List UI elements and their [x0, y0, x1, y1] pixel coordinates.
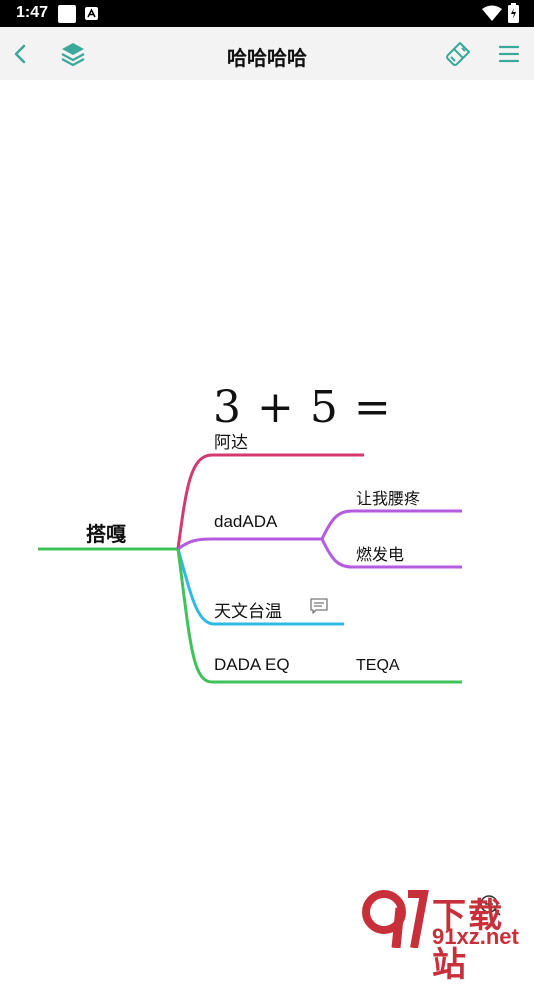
leaf-node-2b[interactable]: 燃发电 — [356, 541, 404, 565]
branch-node-2[interactable]: dadADA — [214, 512, 277, 532]
watermark-url: 91xz.net — [432, 924, 519, 949]
formula-node[interactable]: 3 + 5 = — [213, 382, 392, 433]
branch-connector-2 — [177, 537, 322, 551]
watermark-logo-icon — [362, 890, 429, 948]
branch-node-1[interactable]: 阿达 — [214, 428, 248, 453]
leaf-node-2a[interactable]: 让我腰疼 — [356, 485, 420, 509]
leaf-connector-2a — [320, 509, 462, 540]
branch-node-4[interactable]: DADA EQ — [214, 655, 290, 675]
comment-icon[interactable] — [310, 598, 328, 614]
mindmap-connectors — [38, 453, 462, 684]
root-node[interactable]: 搭嘎 — [86, 518, 126, 547]
branch-connector-1 — [176, 453, 364, 550]
leaf-node-4a[interactable]: TEQA — [356, 657, 400, 675]
branch-node-3[interactable]: 天文台温 — [214, 597, 282, 622]
